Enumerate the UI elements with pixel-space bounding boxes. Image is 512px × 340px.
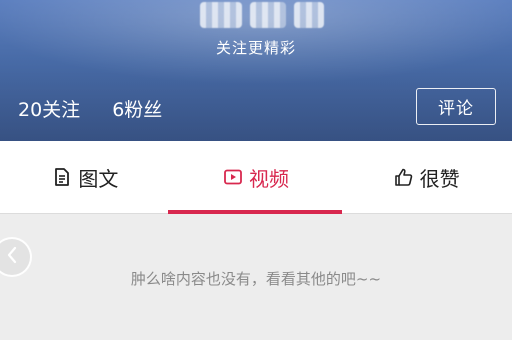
- tab-videos[interactable]: 视频: [171, 141, 342, 213]
- tab-articles[interactable]: 图文: [0, 141, 171, 213]
- tab-likes[interactable]: 很赞: [341, 141, 512, 213]
- tab-articles-label: 图文: [78, 166, 119, 191]
- chevron-left-icon: [4, 245, 20, 269]
- play-icon: [223, 167, 243, 187]
- thumbs-up-icon: [394, 167, 414, 187]
- profile-stats: 20关注 6粉丝: [18, 95, 162, 122]
- document-icon: [52, 167, 72, 187]
- empty-state-message: 肿么啥内容也没有，看看其他的吧~~: [130, 270, 382, 288]
- following-count[interactable]: 20关注: [18, 95, 80, 122]
- profile-header: 关注更精彩 20关注 6粉丝 评论: [0, 0, 512, 141]
- blurred-username: [200, 2, 332, 30]
- header-slogan: 关注更精彩: [215, 39, 296, 57]
- followers-count[interactable]: 6粉丝: [112, 95, 162, 122]
- tab-videos-label: 视频: [249, 166, 289, 191]
- tab-bar: 图文 视频 很赞: [0, 141, 512, 214]
- tab-likes-label: 很赞: [419, 166, 460, 191]
- comment-button[interactable]: 评论: [416, 88, 496, 125]
